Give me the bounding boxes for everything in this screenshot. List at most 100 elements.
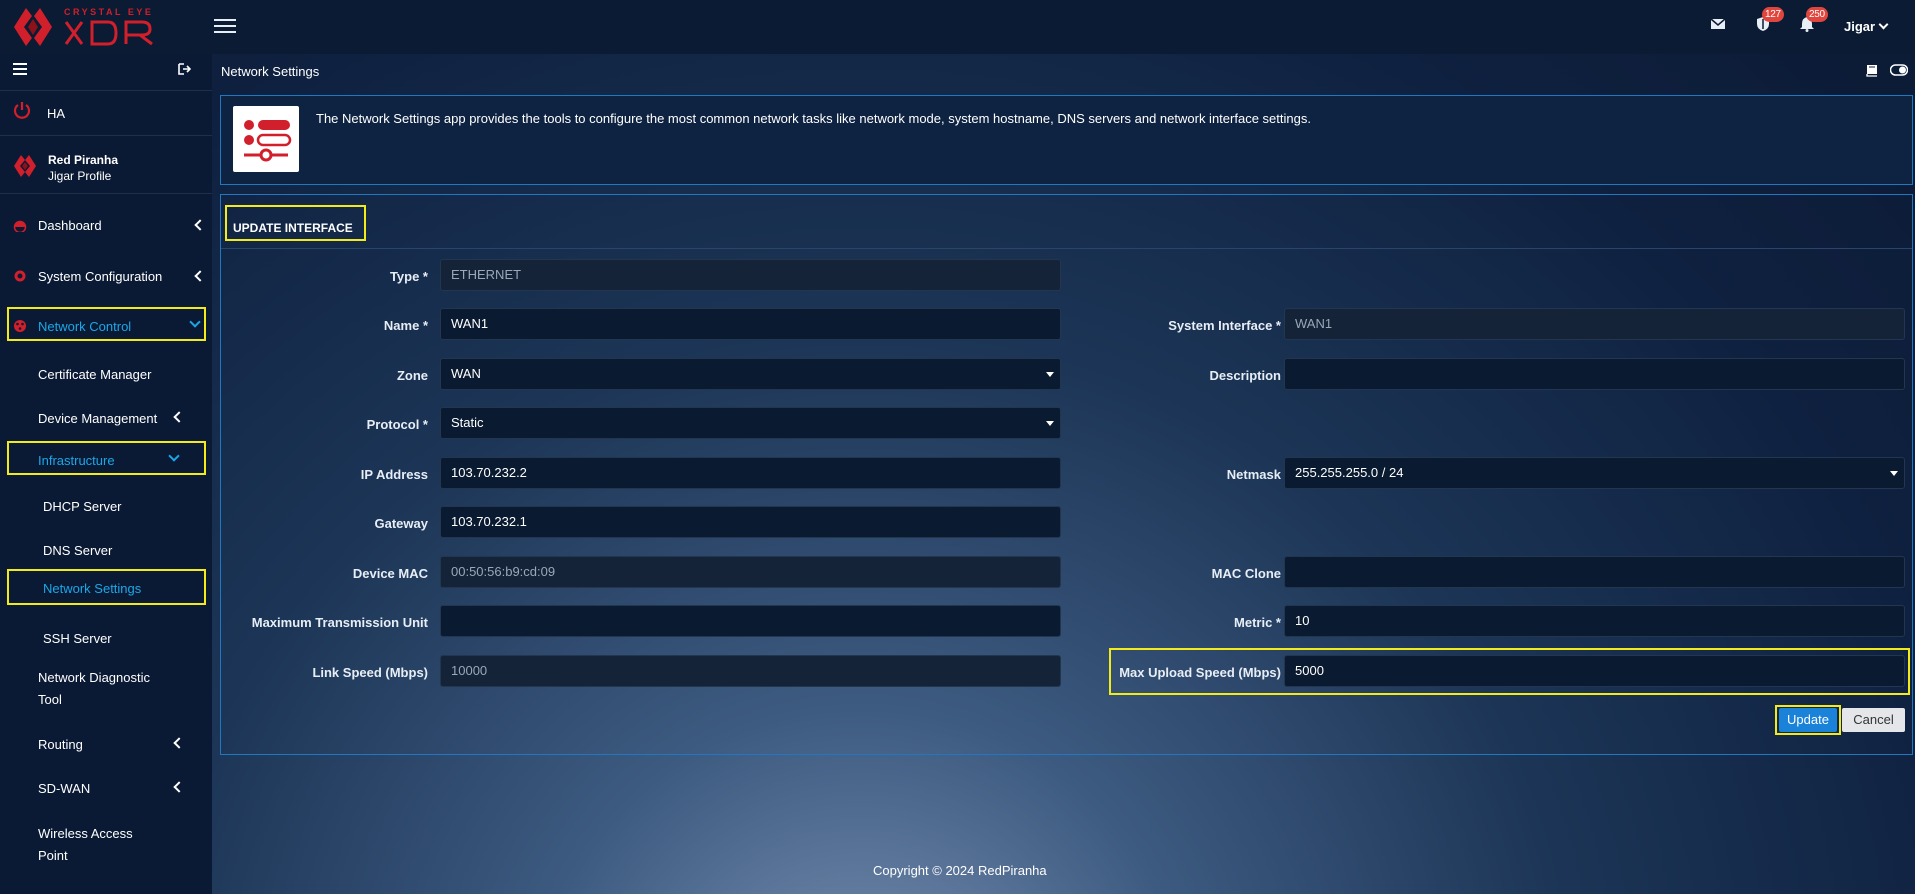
page-title: Network Settings [221,64,320,79]
profile-company: Red Piranha [48,153,119,167]
gateway-label: Gateway [374,516,428,531]
sidebar-item-label: DNS Server [43,543,113,558]
description-input[interactable] [1284,358,1905,390]
update-button[interactable]: Update [1779,708,1837,732]
shield-badge: 127 [1762,7,1784,22]
chevron-left-icon [173,737,185,749]
user-name: Jigar [1844,19,1876,34]
sidebar-item-label: Wireless Access [38,826,133,841]
power-icon [13,102,31,119]
sidebar-item-network-diagnostic-tool[interactable]: Network Diagnostic Tool [0,664,212,708]
sidebar-item-label: Network Control [38,319,132,334]
link-speed-label: Link Speed (Mbps) [312,665,428,680]
info-panel: The Network Settings app provides the to… [220,95,1913,185]
type-label: Type * [389,269,428,284]
sidebar-item-label: Network Settings [43,581,142,596]
ip-address-label: IP Address [360,467,428,482]
chevron-down-icon [1878,19,1889,30]
network-icon [14,320,26,332]
sidebar-item-label: Routing [38,737,83,752]
network-settings-app-icon [233,106,299,172]
sidebar-collapse-button[interactable] [13,63,29,81]
envelope-icon[interactable] [1710,16,1732,38]
chevron-left-icon [194,270,206,282]
sidebar-item-label: Tool [38,692,62,707]
sidebar-item-label: Device Management [38,411,158,426]
metric-label: Metric * [1234,615,1281,630]
profile-block[interactable]: Red Piranha Jigar Profile [0,136,212,192]
gear-icon [14,270,26,282]
max-upload-speed-input[interactable]: 5000 [1284,655,1905,687]
form-header: UPDATE INTERFACE [221,195,1912,249]
notification-badge: 250 [1806,7,1828,22]
sidebar-item-label: DHCP Server [43,499,122,514]
device-mac-label: Device MAC [352,566,428,581]
cancel-button[interactable]: Cancel [1842,708,1905,732]
system-interface-field: WAN1 [1284,308,1905,340]
gateway-input[interactable]: 103.70.232.1 [440,506,1061,538]
svg-text:CRYSTAL EYE: CRYSTAL EYE [64,7,153,17]
mtu-label: Maximum Transmission Unit [251,615,428,630]
sign-out-button[interactable] [178,63,194,81]
bars-icon [13,63,27,75]
top-bar: CRYSTAL EYE 127 250 Jigar [0,0,1915,54]
netmask-value: 255.255.255.0 / 24 [1295,465,1404,480]
chevron-left-icon [173,781,185,793]
sidebar-item-sd-wan[interactable]: SD-WAN [0,771,212,807]
sidebar-item-ssh-server[interactable]: SSH Server [0,620,212,656]
book-icon[interactable] [1865,64,1879,80]
description-label: Description [1209,368,1281,383]
chevron-down-icon [168,450,180,462]
sidebar-item-label: Dashboard [38,218,102,233]
chevron-left-icon [194,219,206,231]
caret-down-icon [1046,421,1054,426]
protocol-select[interactable]: Static [440,407,1061,439]
bell-icon[interactable]: 250 [1799,7,1828,38]
sidebar-item-system-configuration[interactable]: System Configuration [0,255,212,295]
sidebar-item-network-settings[interactable]: Network Settings [0,570,212,604]
sidebar-item-label: Certificate Manager [38,367,152,382]
sidebar-item-label: System Configuration [38,269,163,284]
sidebar-item-routing[interactable]: Routing [0,727,212,763]
sign-out-icon [178,63,192,75]
netmask-select[interactable]: 255.255.255.0 / 24 [1284,457,1905,489]
sidebar-item-label: Infrastructure [38,453,115,468]
menu-toggle-button[interactable] [214,16,236,36]
sidebar-item-certificate-manager[interactable]: Certificate Manager [0,355,212,393]
netmask-label: Netmask [1226,467,1281,482]
toggle-icon[interactable] [1889,64,1909,79]
user-menu[interactable]: Jigar [1844,19,1889,34]
metric-input[interactable]: 10 [1284,605,1905,637]
mac-clone-input[interactable] [1284,556,1905,588]
sidebar-item-dashboard[interactable]: Dashboard [0,204,212,244]
system-interface-label: System Interface * [1168,318,1281,333]
sidebar-item-network-control[interactable]: Network Control [0,306,212,346]
sidebar-item-label: SD-WAN [38,781,91,796]
form-title: UPDATE INTERFACE [233,221,353,235]
sidebar-item-device-management[interactable]: Device Management [0,399,212,437]
sidebar-item-ha[interactable]: HA [0,91,212,135]
sidebar-item-dhcp-server[interactable]: DHCP Server [0,488,212,524]
crystal-eye-xdr-logo[interactable]: CRYSTAL EYE [12,2,182,52]
mac-clone-label: MAC Clone [1211,566,1281,581]
red-piranha-logo-icon [14,155,36,177]
profile-name: Jigar Profile [48,169,112,183]
zone-label: Zone [396,368,428,383]
sidebar-item-dns-server[interactable]: DNS Server [0,532,212,568]
sidebar-item-label: HA [47,106,66,121]
chevron-down-icon [189,316,201,328]
name-label: Name * [383,318,428,333]
protocol-value: Static [451,415,484,430]
dashboard-icon [13,220,27,232]
type-field: ETHERNET [440,259,1061,291]
caret-down-icon [1890,471,1898,476]
sidebar-item-label: SSH Server [43,631,112,646]
sidebar-item-label: Point [38,848,68,863]
sidebar-item-infrastructure[interactable]: Infrastructure [0,440,212,478]
max-upload-speed-label: Max Upload Speed (Mbps) [1119,665,1281,680]
footer-copyright: Copyright © 2024 RedPiranha [873,863,1047,878]
protocol-label: Protocol * [366,417,428,432]
shield-icon[interactable]: 127 [1755,7,1784,38]
sidebar: HA Red Piranha Jigar Profile Dashboard S… [0,54,212,894]
sidebar-item-wireless-access-point[interactable]: Wireless Access Point [0,820,212,864]
